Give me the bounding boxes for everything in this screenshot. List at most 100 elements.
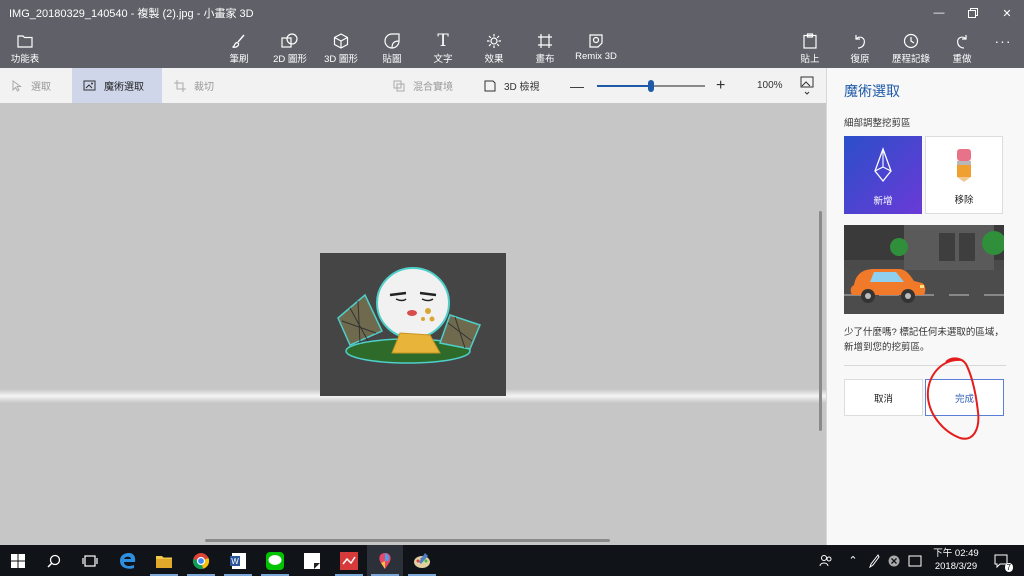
clock[interactable]: 下午 02:49 2018/3/29: [928, 547, 984, 573]
input-method-button[interactable]: [907, 545, 923, 576]
clock-date: 2018/3/29: [934, 561, 978, 572]
effects-tool[interactable]: 效果: [469, 32, 519, 65]
chrome-app[interactable]: [183, 545, 219, 576]
cancel-button[interactable]: 取消: [844, 379, 923, 416]
done-button[interactable]: 完成: [925, 379, 1004, 416]
notification-count: 7: [1004, 562, 1013, 572]
restore-button[interactable]: [956, 0, 990, 26]
status-x-icon: [888, 555, 900, 566]
paint-app[interactable]: [404, 545, 440, 576]
magic-select-icon: [83, 80, 96, 90]
add-button[interactable]: 新增: [844, 136, 922, 214]
sticky-notes-icon: [304, 552, 320, 569]
pointer-icon: [12, 79, 23, 92]
people-icon: [819, 554, 832, 566]
task-view-button[interactable]: [72, 545, 108, 576]
panel-title: 魔術選取: [844, 83, 900, 99]
view-3d-button[interactable]: 3D 檢視: [484, 68, 559, 103]
chrome-icon: [192, 552, 210, 569]
canvas-icon: [538, 34, 552, 48]
text-label: 文字: [433, 54, 453, 65]
status-tray-button[interactable]: [886, 545, 902, 576]
paste-button[interactable]: 貼上: [785, 32, 835, 65]
history-icon: [903, 33, 919, 49]
2d-shapes-tool[interactable]: 2D 圖形: [265, 32, 315, 65]
pen-nib-icon: [874, 146, 892, 182]
word-icon: W: [230, 552, 246, 569]
vertical-scrollbar[interactable]: [819, 211, 822, 431]
zoom-out-button[interactable]: —: [570, 68, 584, 103]
undo-icon: [855, 35, 865, 49]
close-button[interactable]: ✕: [990, 0, 1024, 26]
start-button[interactable]: [0, 545, 36, 576]
rice-dumpling-image: [337, 267, 482, 364]
redo-label: 重做: [952, 54, 972, 65]
paste-label: 貼上: [800, 54, 820, 65]
effects-icon: [487, 34, 501, 48]
taskbar: W ⌃ 下午 02:49 2018/3/29 7: [0, 545, 1024, 576]
history-button[interactable]: 歷程記錄: [886, 32, 936, 65]
brush-label: 筆刷: [229, 54, 249, 65]
minimize-button[interactable]: —: [922, 0, 956, 26]
remix-3d-tool[interactable]: Remix 3D: [571, 32, 621, 62]
undo-button[interactable]: 復原: [835, 32, 885, 65]
folder-icon: [17, 35, 33, 48]
crop-tool[interactable]: 裁切: [162, 68, 232, 103]
3d-shapes-icon: [333, 33, 349, 49]
remove-button[interactable]: 移除: [925, 136, 1003, 214]
effects-label: 效果: [484, 54, 504, 65]
canvas-area[interactable]: [0, 103, 826, 545]
redo-button[interactable]: 重做: [937, 32, 987, 65]
pen-icon: [869, 553, 880, 568]
panel-divider: [844, 365, 1006, 366]
photo-image[interactable]: [320, 253, 506, 396]
paint-3d-app[interactable]: [367, 545, 403, 576]
pen-tray-button[interactable]: [866, 545, 882, 576]
panel-subtitle: 細部調整挖剪區: [844, 118, 911, 129]
stickers-icon: [384, 33, 400, 49]
mixed-reality-button[interactable]: 混合實境: [393, 68, 473, 103]
people-button[interactable]: [816, 545, 836, 576]
notification-center-button[interactable]: 7: [990, 545, 1013, 576]
stickers-tool[interactable]: 貼圖: [367, 32, 417, 65]
chevron-up-icon: ⌃: [848, 555, 858, 567]
remix-3d-label: Remix 3D: [575, 51, 617, 62]
sticky-notes-app[interactable]: [294, 545, 330, 576]
remove-label: 移除: [954, 195, 974, 206]
3d-shapes-tool[interactable]: 3D 圖形: [316, 32, 366, 65]
photo-editor-app[interactable]: [331, 545, 367, 576]
magic-select-tool[interactable]: 魔術選取: [72, 68, 162, 103]
show-hidden-icons-button[interactable]: ⌃: [845, 545, 861, 576]
title-bar: IMG_20180329_140540 - 複製 (2).jpg - 小畫家 3…: [0, 0, 1024, 26]
word-app[interactable]: W: [220, 545, 256, 576]
magic-select-panel: 魔術選取 細部調整挖剪區 新增 移除 少了什麼嗎? 標記任何未選取的區域，新增到…: [826, 68, 1024, 545]
select-tool[interactable]: 選取: [0, 68, 72, 103]
crop-icon: [174, 79, 186, 92]
brush-tool[interactable]: 筆刷: [214, 32, 264, 65]
more-button[interactable]: ···: [983, 32, 1023, 50]
search-icon: [47, 554, 61, 568]
start-icon: [11, 553, 25, 568]
image-dropdown-icon: [800, 76, 814, 95]
text-tool[interactable]: T 文字: [418, 31, 468, 65]
horizontal-scrollbar[interactable]: [205, 539, 610, 542]
plus-icon: +: [716, 76, 726, 94]
zoom-thumb[interactable]: [648, 79, 654, 92]
line-icon: [266, 551, 284, 570]
line-app[interactable]: [257, 545, 293, 576]
zoom-slider[interactable]: [597, 68, 705, 103]
history-label: 歷程記錄: [891, 54, 930, 65]
search-button[interactable]: [36, 545, 72, 576]
mixed-reality-icon: [393, 80, 405, 91]
eraser-icon: [957, 148, 971, 182]
zoom-in-button[interactable]: +: [716, 68, 732, 103]
svg-text:W: W: [231, 557, 239, 566]
select-label: 選取: [31, 82, 51, 93]
crop-label: 裁切: [194, 82, 214, 93]
canvas-tool[interactable]: 畫布: [520, 32, 570, 65]
paint-icon: [414, 552, 430, 568]
edge-app[interactable]: [110, 545, 146, 576]
menu-button[interactable]: 功能表: [0, 32, 50, 65]
file-explorer-app[interactable]: [146, 545, 182, 576]
zoom-image-button[interactable]: [800, 68, 816, 103]
